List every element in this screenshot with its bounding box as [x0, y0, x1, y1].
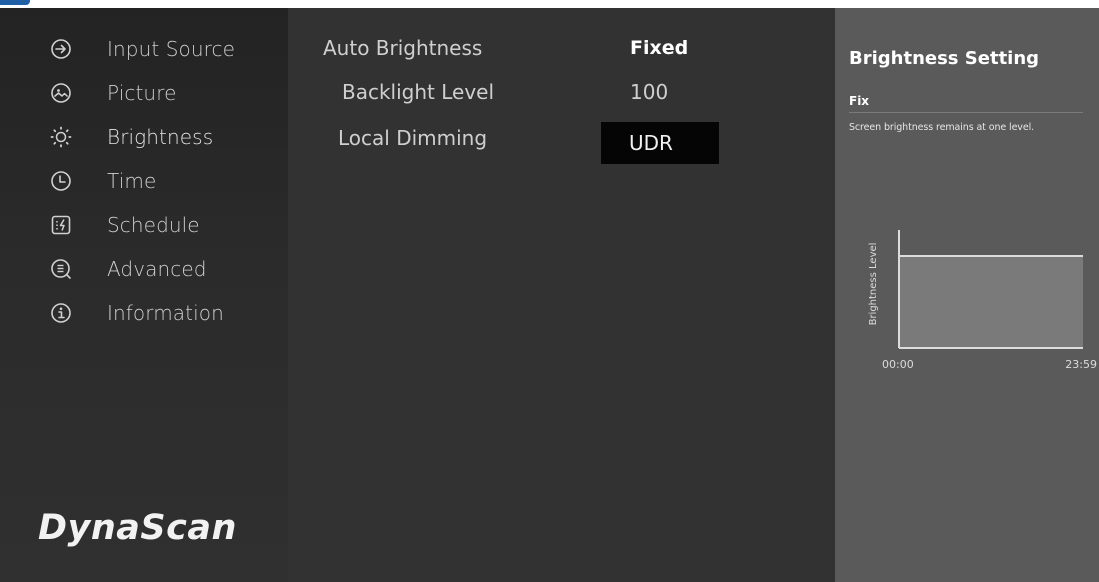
info-icon	[50, 302, 72, 324]
sidebar-item-label: Time	[107, 169, 157, 193]
sidebar-item-label: Information	[107, 301, 224, 325]
backlight-level-label: Backlight Level	[342, 80, 495, 104]
chart-tick-label-end: 23:59	[1065, 358, 1097, 371]
local-dimming-value[interactable]: UDR	[601, 122, 719, 164]
chart-tick-label-start: 00:00	[882, 358, 914, 371]
picture-icon	[50, 82, 72, 104]
sidebar-item-information[interactable]: Information	[50, 296, 280, 330]
brightness-area	[899, 256, 1083, 348]
sidebar-item-label: Advanced	[107, 257, 207, 281]
advanced-icon	[50, 258, 72, 280]
sidebar-item-advanced[interactable]: Advanced	[50, 252, 280, 286]
help-title: Brightness Setting	[849, 48, 1040, 69]
chart-y-axis-label: Brightness Level	[868, 243, 879, 326]
auto-brightness-label: Auto Brightness	[323, 36, 483, 60]
sidebar-item-input-source[interactable]: Input Source	[50, 32, 280, 66]
auto-brightness-value[interactable]: Fixed	[630, 37, 688, 59]
sidebar-item-picture[interactable]: Picture	[50, 76, 280, 110]
sidebar-item-label: Input Source	[107, 37, 236, 61]
osd-screen: Input Source Picture Brightness Time Sch	[0, 8, 1099, 582]
help-mode-label: Fix	[849, 94, 870, 108]
help-divider	[849, 112, 1083, 113]
sidebar-item-label: Picture	[107, 81, 177, 105]
sidebar-item-brightness[interactable]: Brightness	[50, 120, 280, 154]
help-description: Screen brightness remains at one level.	[849, 122, 1035, 133]
brightness-icon	[50, 126, 72, 148]
top-accent-glyph	[0, 0, 30, 5]
sidebar-item-label: Schedule	[107, 213, 200, 237]
sidebar-item-label: Brightness	[107, 125, 214, 149]
top-strip	[0, 0, 1099, 8]
sidebar-item-schedule[interactable]: Schedule	[50, 208, 280, 242]
schedule-icon	[50, 214, 72, 236]
brightness-chart: Brightness Level 00:00 23:59	[835, 208, 1099, 408]
settings-panel: Auto Brightness Fixed Backlight Level 10…	[288, 8, 835, 582]
arrow-circle-icon	[50, 38, 72, 60]
brightness-chart-svg: Brightness Level 00:00 23:59	[868, 230, 1097, 371]
clock-icon	[50, 170, 72, 192]
help-panel: Brightness Setting Fix Screen brightness…	[835, 8, 1099, 582]
sidebar: Input Source Picture Brightness Time Sch	[0, 8, 288, 582]
backlight-level-value[interactable]: 100	[630, 80, 668, 104]
sidebar-item-time[interactable]: Time	[50, 164, 280, 198]
local-dimming-label: Local Dimming	[338, 126, 488, 150]
dynascan-logo: DynaScan	[38, 508, 237, 548]
